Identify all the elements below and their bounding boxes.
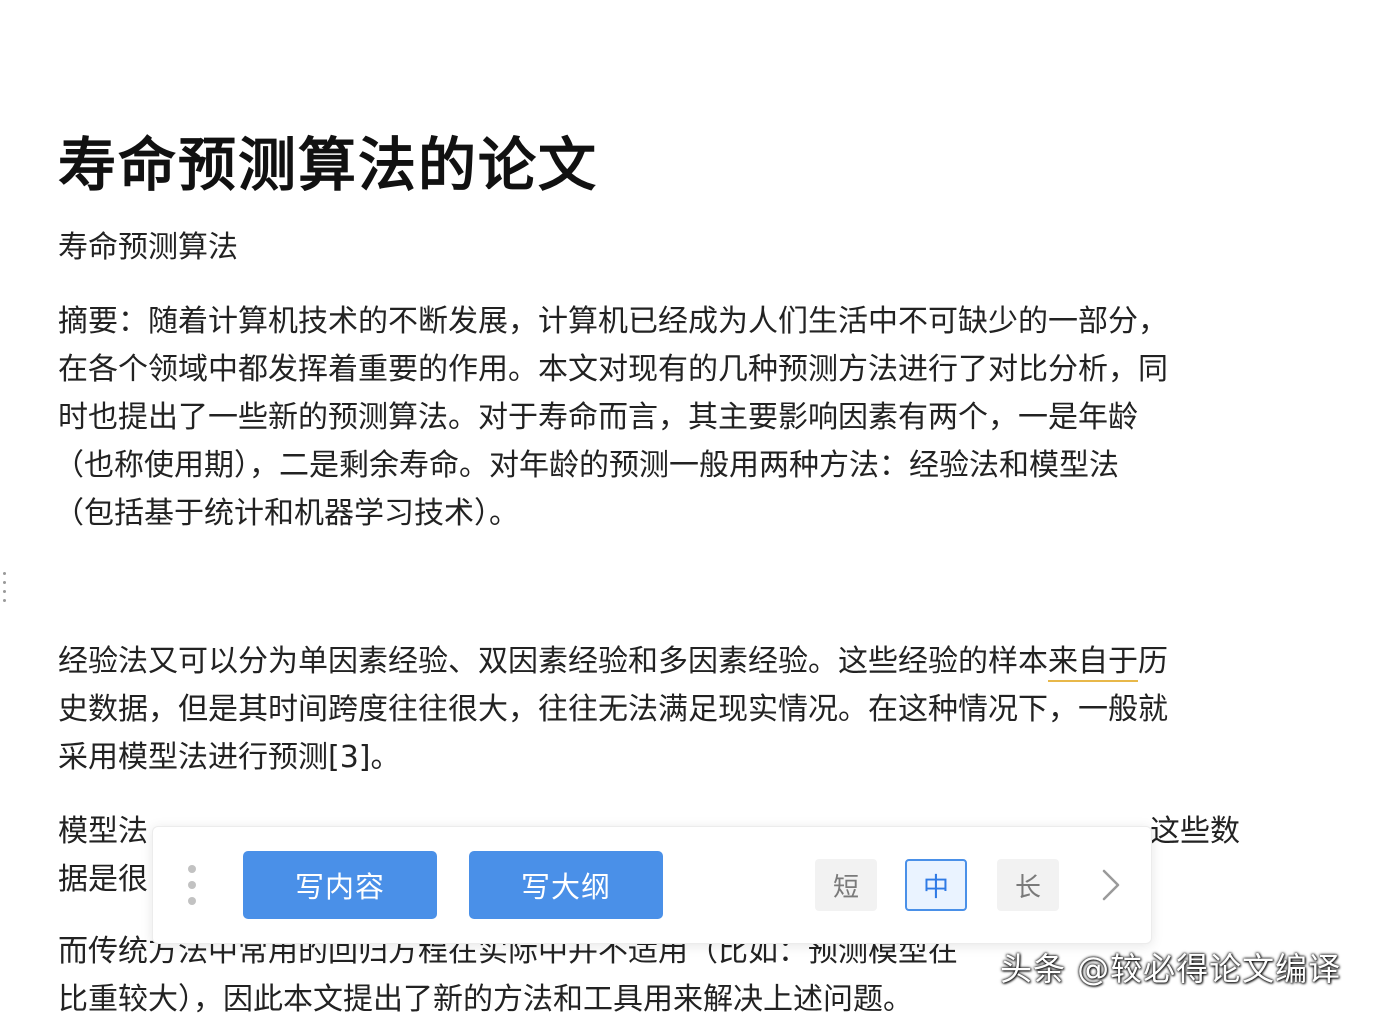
paragraph-line: （包括基于统计和机器学习技术）。 [54, 496, 519, 531]
paragraph-line: 史数据，但是其时间跨度往往很大，往往无法满足现实情况。在这种情况下，一般就 [58, 692, 1168, 727]
paragraph-line: （也称使用期），二是剩余寿命。对年龄的预测一般用两种方法：经验法和模型法 [54, 448, 1119, 483]
text-fragment: 历 [1138, 644, 1168, 679]
toolbar-drag-handle[interactable] [187, 865, 197, 905]
paragraph-fragment-left: 模型法 [58, 814, 148, 849]
paragraph-abstract[interactable]: 摘要：随着计算机技术的不断发展，计算机已经成为人们生活中不可缺少的一部分， 在各… [54, 298, 1168, 538]
paragraph-line: 比重较大），因此本文提出了新的方法和工具用来解决上述问题。 [58, 982, 913, 1017]
document-title[interactable]: 寿命预测算法的论文 [58, 128, 598, 202]
write-content-button[interactable]: 写内容 [243, 851, 437, 919]
length-short-option[interactable]: 短 [815, 859, 877, 911]
paragraph-line: 采用模型法进行预测[3]。 [58, 740, 401, 775]
paragraph-line: 在各个领域中都发挥着重要的作用。本文对现有的几种预测方法进行了对比分析，同 [58, 352, 1168, 387]
paragraph-line: 时也提出了一些新的预测算法。对于寿命而言，其主要影响因素有两个，一是年龄 [58, 400, 1138, 435]
length-medium-option[interactable]: 中 [905, 859, 967, 911]
ai-writing-toolbar: 写内容 写大纲 短 中 长 [152, 826, 1152, 944]
text-fragment: 经验法又可以分为单因素经验、双因素经验和多因素经验。这些经验的样本 [58, 644, 1048, 679]
paragraph-empirical-method[interactable]: 经验法又可以分为单因素经验、双因素经验和多因素经验。这些经验的样本来自于历 史数… [58, 638, 1168, 782]
watermark-text: 头条 @较必得论文编译 [1000, 950, 1342, 988]
document-subtitle[interactable]: 寿命预测算法 [58, 228, 238, 268]
left-drag-handle[interactable] [1, 572, 7, 602]
paragraph-line: 经验法又可以分为单因素经验、双因素经验和多因素经验。这些经验的样本来自于历 [58, 638, 1168, 686]
write-outline-button[interactable]: 写大纲 [469, 851, 663, 919]
length-long-option[interactable]: 长 [997, 859, 1059, 911]
paragraph-fragment-right: 这些数 [1150, 814, 1240, 849]
spellcheck-underline[interactable]: 来自于 [1048, 644, 1138, 682]
chevron-right-icon [1102, 869, 1120, 901]
chevron-right-icon[interactable] [1097, 869, 1125, 901]
paragraph-fragment-left: 据是很 [58, 862, 148, 897]
paragraph-line: 摘要：随着计算机技术的不断发展，计算机已经成为人们生活中不可缺少的一部分， [58, 304, 1168, 339]
